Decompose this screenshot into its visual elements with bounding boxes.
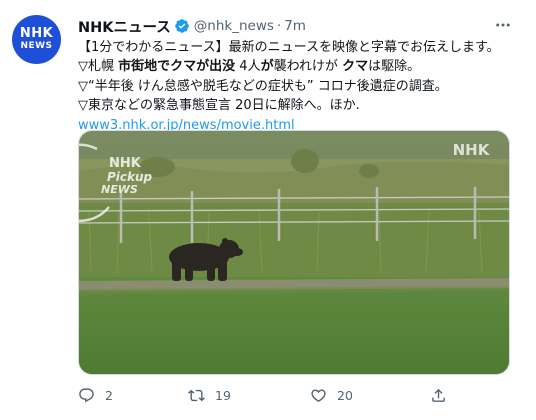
tweet-text-segment: クマ: [342, 59, 369, 75]
share-icon: [432, 388, 445, 402]
avatar-logo-line1: NHK: [19, 26, 54, 41]
tweet-line: ▽東京などの緊急事態宣言 20日に解除へ。ほか.: [78, 96, 528, 115]
tweet-card[interactable]: NHK NEWS NHKニュース @nhk_news · 7m 【1分でわかるニ…: [0, 0, 536, 420]
nhk-news-logo: NHK NEWS: [12, 15, 61, 64]
share-button[interactable]: [430, 381, 447, 409]
header-separator: ·: [276, 18, 282, 34]
avatar[interactable]: NHK NEWS: [12, 15, 61, 64]
retweet-count: 19: [215, 387, 231, 403]
svg-text:NHK: NHK: [109, 156, 142, 171]
tweet-header: NHKニュース @nhk_news · 7m: [78, 16, 306, 36]
like-button[interactable]: 20: [310, 381, 353, 409]
avatar-logo-line2: NEWS: [20, 41, 53, 51]
svg-text:NEWS: NEWS: [101, 183, 138, 196]
timestamp[interactable]: 7m: [284, 18, 306, 34]
watermark-top-right: NHK: [453, 141, 491, 159]
tweet-text-segment: は駆除。: [368, 59, 421, 75]
tweet-text: 【1分でわかるニュース】最新のニュースを映像と字幕でお伝えします。 ▽札幌 市街…: [78, 38, 528, 135]
tweet-line: ▽“半年後 けん怠感や脱毛などの症状も” コロナ後遺症の調査。: [78, 77, 528, 96]
tweet-text-segment: 4人: [235, 59, 261, 75]
video-thumbnail[interactable]: NHK NHK Pickup NEWS: [78, 130, 510, 375]
tweet-actions: 2 19 20: [78, 381, 518, 409]
reply-count: 2: [105, 387, 113, 403]
like-icon: [311, 388, 326, 402]
tweet-text-segment: ▽“半年後 けん怠感や脱毛などの症状も” コロナ後遺症の調査。: [78, 78, 448, 94]
display-name[interactable]: NHKニュース: [78, 16, 171, 37]
more-options-button[interactable]: [492, 14, 514, 36]
svg-text:Pickup: Pickup: [107, 170, 153, 184]
user-handle[interactable]: @nhk_news: [194, 18, 274, 34]
reply-icon: [79, 387, 94, 402]
tweet-text-segment: 市街地でクマが出没: [118, 59, 236, 75]
reply-button[interactable]: 2: [78, 381, 113, 409]
more-horizontal-icon: [496, 23, 510, 27]
retweet-icon: [188, 389, 205, 401]
tweet-text-segment: 襲われけが: [273, 59, 343, 75]
retweet-button[interactable]: 19: [188, 381, 231, 409]
tweet-line: ▽札幌 市街地でクマが出没 4人が襲われけが クマは駆除。: [78, 57, 528, 76]
tweet-text-segment: が: [260, 59, 274, 75]
like-count: 20: [337, 387, 353, 403]
tweet-text-segment: 【1分でわかるニュース】最新のニュースを映像と字幕でお伝えします。: [78, 40, 500, 55]
tweet-text-segment: ▽札幌: [78, 59, 119, 75]
tweet-text-segment: ▽東京などの緊急事態宣言 20日に解除へ。ほか.: [78, 98, 360, 114]
verified-badge-icon: [174, 18, 190, 34]
tweet-line: 【1分でわかるニュース】最新のニュースを映像と字幕でお伝えします。: [78, 38, 528, 57]
